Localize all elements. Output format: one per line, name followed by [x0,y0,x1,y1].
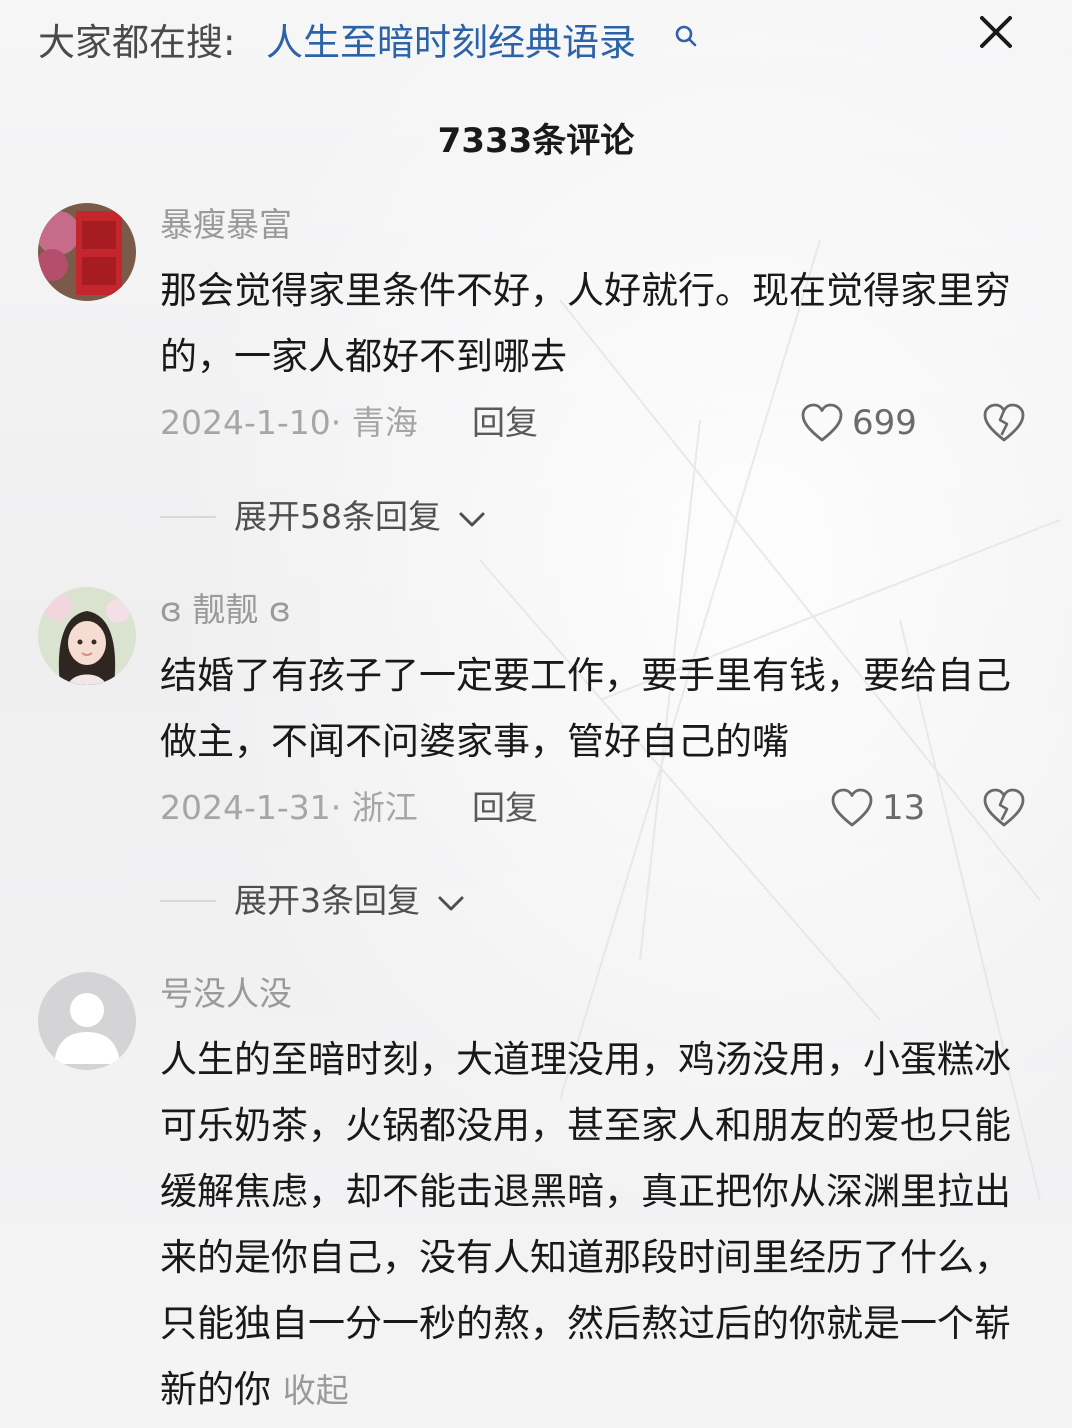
expand-replies-label: 展开58条回复 [234,497,441,536]
default-avatar-icon [38,972,136,1070]
comment-date-location: 2024-1-10· 青海 [160,403,418,442]
heart-icon [801,403,843,442]
comments-count-title: 7333条评论 [437,121,635,161]
search-icon[interactable] [674,24,698,48]
divider-line [160,900,216,902]
comment-username[interactable]: ɞ 靓靓 ɞ [160,588,291,632]
heart-broken-icon[interactable] [980,785,1028,831]
divider-line [160,516,216,518]
close-icon[interactable] [974,10,1018,54]
chevron-down-icon [438,896,463,910]
like-count: 13 [882,788,926,828]
collapse-button[interactable]: 收起 [283,1371,349,1410]
comment-text: 结婚了有孩子了一定要工作，要手里有钱，要给自己做主，不闻不问婆家事，管好自己的嘴 [160,654,1011,763]
comment-text-block: 人生的至暗时刻，大道理没用，鸡汤没用，小蛋糕冰可乐奶茶，火锅都没用，甚至家人和朋… [160,1027,1020,1424]
avatar-image [38,587,136,685]
heart-icon [831,788,873,827]
hot-search-prefix: 大家都在搜: [38,21,236,64]
reply-button[interactable]: 回复 [472,401,538,445]
expand-replies-button[interactable]: 展开3条回复 [234,878,465,924]
comment-username[interactable]: 暴瘦暴富 [160,203,292,247]
hot-search-query-link[interactable]: 人生至暗时刻经典语录 [266,18,636,68]
search-suggestion-bar: 大家都在搜: 人生至暗时刻经典语录 [38,18,1072,68]
heart-broken-icon[interactable] [980,400,1028,446]
expand-replies-label: 展开3条回复 [234,881,420,920]
avatar[interactable] [38,203,136,301]
expand-replies-button[interactable]: 展开58条回复 [234,494,486,540]
avatar[interactable] [38,972,136,1070]
comment-username[interactable]: 号没人没 [160,972,292,1016]
comment-text: 人生的至暗时刻，大道理没用，鸡汤没用，小蛋糕冰可乐奶茶，火锅都没用，甚至家人和朋… [160,1038,1011,1411]
chevron-down-icon [459,512,484,526]
reply-button[interactable]: 回复 [472,786,538,830]
comment-text: 那会觉得家里条件不好，人好就行。现在觉得家里穷的，一家人都好不到哪去 [160,269,1011,378]
comment-date-location: 2024-1-31· 浙江 [160,788,418,827]
like-count: 699 [852,403,917,443]
avatar-image [38,203,136,301]
avatar[interactable] [38,587,136,685]
like-button[interactable]: 699 [800,400,930,448]
like-button[interactable]: 13 [830,785,930,833]
